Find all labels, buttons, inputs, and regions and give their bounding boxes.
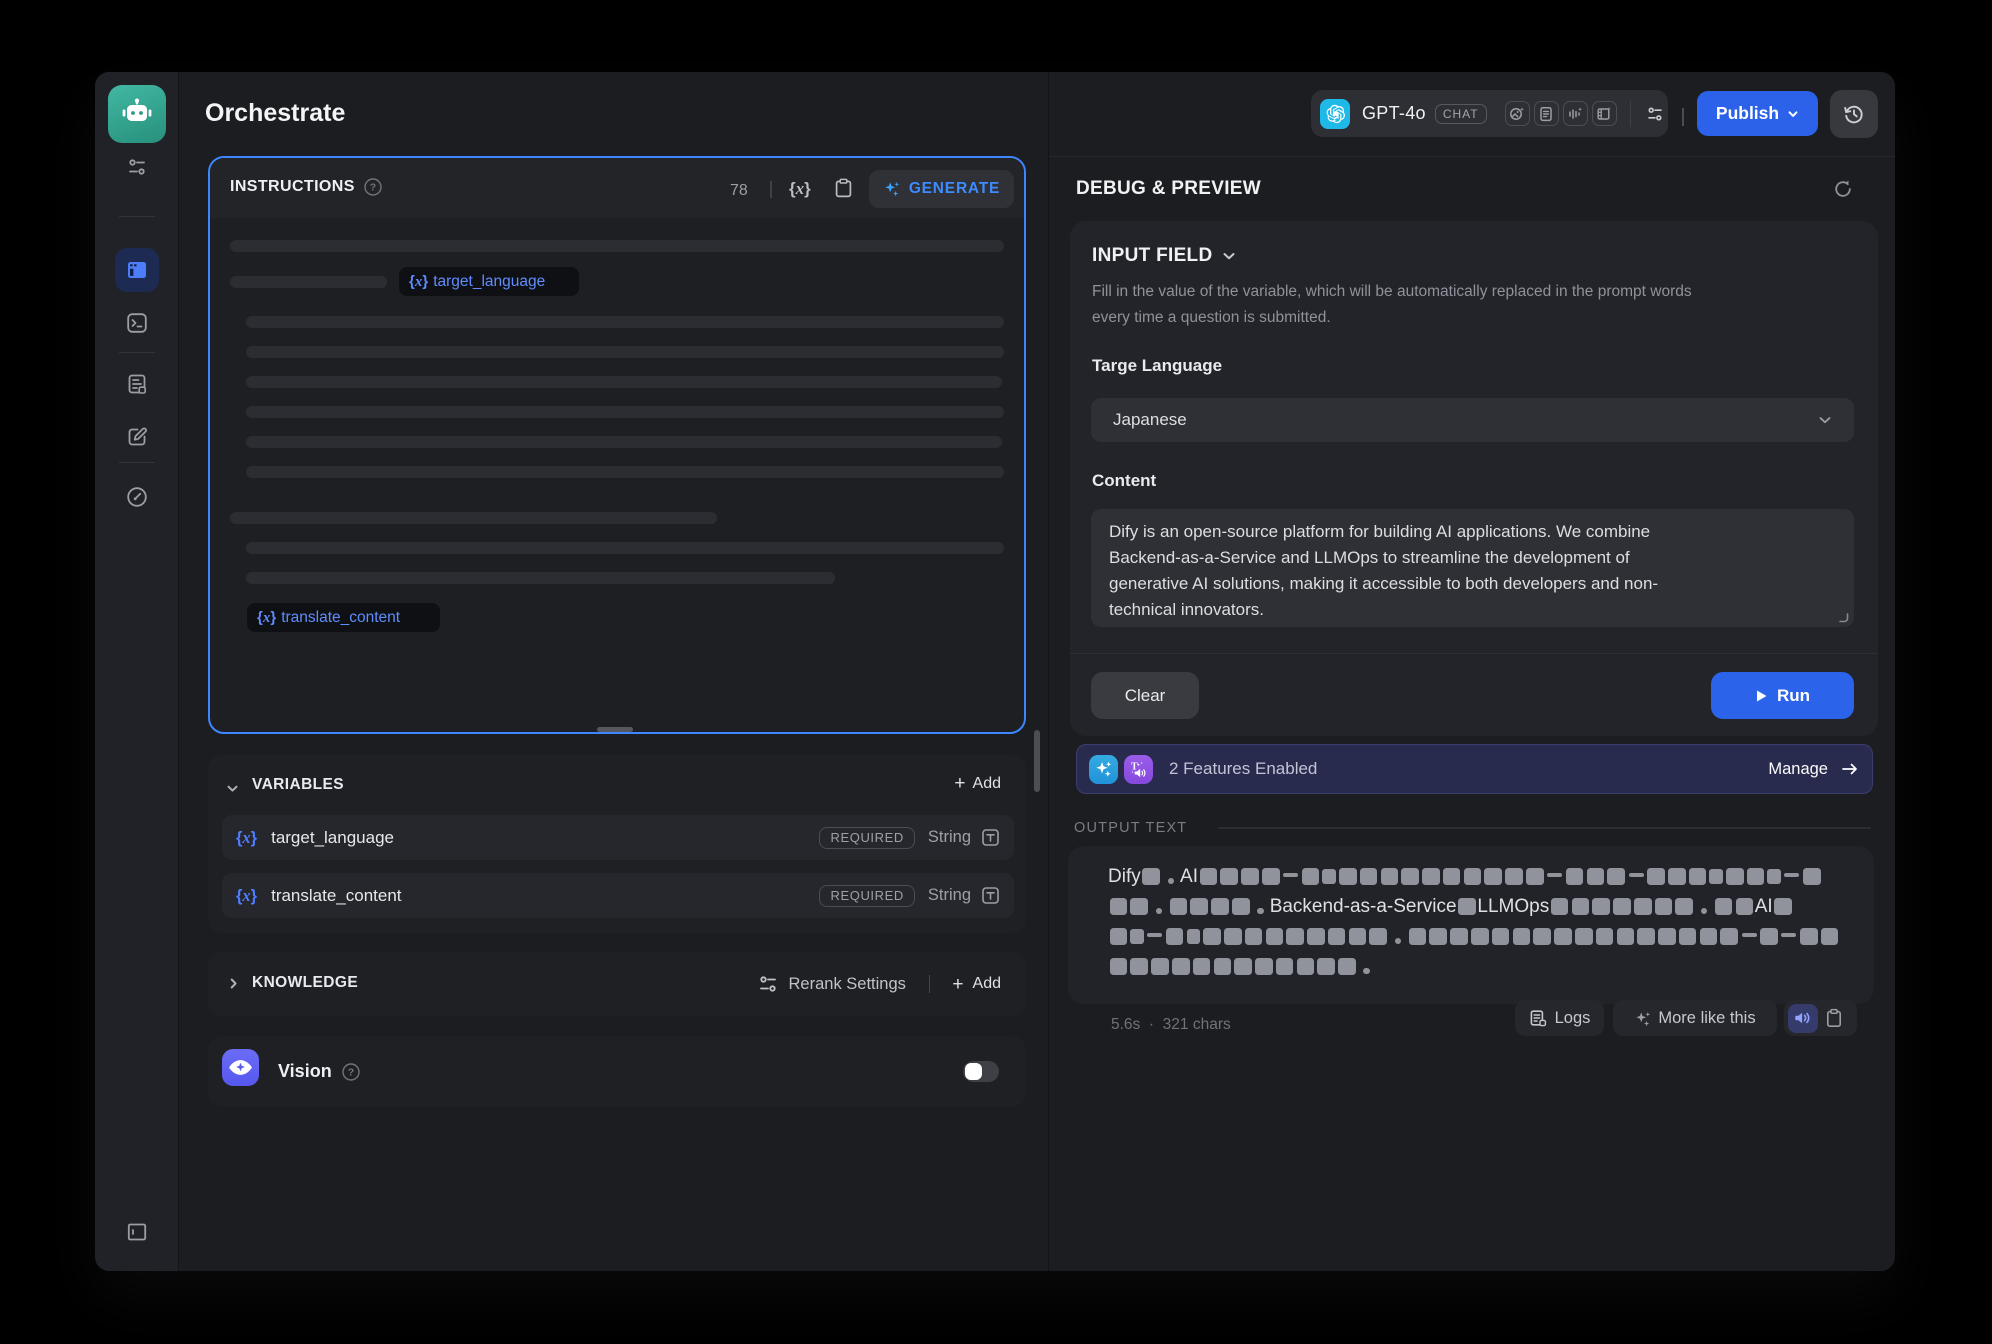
svg-text:?: ? [370,182,376,193]
svg-text:T: T [1131,761,1138,772]
svg-text:?: ? [347,1067,353,1078]
